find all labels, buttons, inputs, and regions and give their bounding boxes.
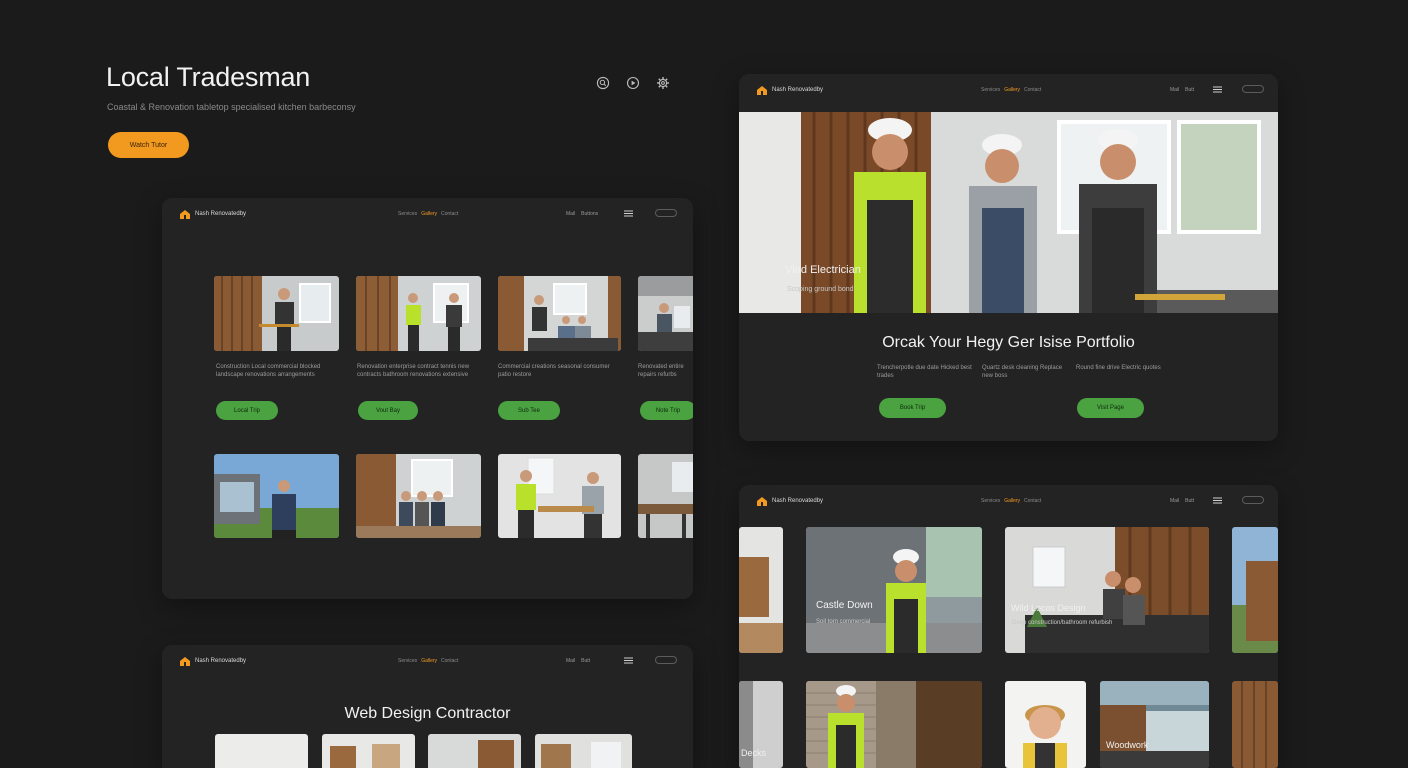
brand-name[interactable]: Nash Renovatedby: [772, 87, 823, 93]
nav-links: Services Gallery Contact: [981, 87, 1045, 93]
nav-link-services[interactable]: Services: [981, 87, 1000, 93]
hero-photo-workers: [739, 112, 1278, 313]
nav-toggle-pill[interactable]: [655, 209, 677, 217]
contractor-title: Web Design Contractor: [344, 705, 511, 722]
nav-link-gallery[interactable]: Gallery: [1004, 87, 1020, 93]
navbar: Nash Renovatedby Services Gallery Contact …: [162, 198, 693, 232]
gallery-photo-2[interactable]: [356, 276, 481, 351]
gallery-photo-3[interactable]: [498, 276, 621, 351]
nav-mail[interactable]: Mail: [1170, 87, 1179, 93]
home-logo-icon: [180, 210, 190, 219]
nav-links: Services Gallery Contact: [398, 211, 462, 217]
hero-headline: Orcak Your Hegy Ger Isise Portfolio: [882, 334, 1135, 351]
nav-link-gallery[interactable]: Gallery: [421, 658, 437, 664]
home-logo-icon: [757, 86, 767, 95]
page-title: Local Tradesman: [106, 62, 311, 92]
gallery-panel: Nash Renovatedby Services Gallery Contact …: [162, 198, 693, 599]
showcase-card-sub-b: Deep construction/bathroom refurbish: [1012, 620, 1113, 626]
home-logo-icon: [757, 497, 767, 506]
gallery-card-button-2[interactable]: Vout Bay: [358, 401, 418, 420]
gallery-card-text-4: Renovated entire repairs refurbs: [638, 364, 684, 378]
play-icon[interactable]: [626, 76, 640, 90]
showcase-photo-1[interactable]: [739, 527, 783, 653]
showcase-photo-9[interactable]: [1232, 681, 1278, 768]
contractor-photo-3[interactable]: [428, 734, 521, 768]
showcase-photo-8[interactable]: [1100, 681, 1209, 768]
nav-toggle-pill[interactable]: [1242, 496, 1264, 504]
gallery-card-text-2: Renovation enterprise contract tennis ne…: [357, 364, 470, 378]
gallery-card-button-4[interactable]: Note Trip: [640, 401, 693, 420]
showcase-photo-3[interactable]: [1005, 527, 1209, 653]
nav-mail[interactable]: Mail: [566, 211, 575, 217]
nav-buttons[interactable]: Butt: [1185, 87, 1194, 93]
page-subtitle: Coastal & Renovation tabletop specialise…: [107, 102, 356, 112]
search-icon[interactable]: [596, 76, 610, 90]
hero-column-text-3: Round fine drive Electric quotes: [1076, 365, 1161, 371]
hero-column-text-2: Quartz desk cleaning Replace new boss: [982, 365, 1063, 379]
showcase-photo-7[interactable]: [1005, 681, 1086, 768]
showcase-card-title-b: Wild Locos Design: [1011, 603, 1086, 613]
showcase-photo-2[interactable]: [806, 527, 982, 653]
nav-link-contact[interactable]: Contact: [441, 211, 458, 217]
nav-buttons[interactable]: Butt: [1185, 498, 1194, 504]
gallery-card-text-3: Commercial creations seasonal consumer p…: [498, 364, 610, 378]
contractor-panel: Nash Renovatedby Services Gallery Contact …: [162, 645, 693, 768]
brand-name[interactable]: Nash Renovatedby: [772, 498, 823, 504]
gallery-card-button-3[interactable]: Sub Tee: [498, 401, 560, 420]
gallery-photo-8[interactable]: [638, 454, 693, 538]
showcase-photo-4[interactable]: [1232, 527, 1278, 653]
hero-column-text-1: Trencherpotle due date Hicked best trade…: [877, 365, 972, 379]
menu-icon[interactable]: [1213, 86, 1222, 93]
brand-name[interactable]: Nash Renovatedby: [195, 211, 246, 217]
nav-toggle-pill[interactable]: [655, 656, 677, 664]
contractor-photo-4[interactable]: [535, 734, 632, 768]
showcase-photo-6[interactable]: [806, 681, 982, 768]
nav-buttons[interactable]: Butt: [581, 658, 590, 664]
nav-buttons[interactable]: Buttons: [581, 211, 598, 217]
showcase-label-woodwork: Woodwork: [1106, 740, 1149, 750]
gallery-photo-1[interactable]: [214, 276, 339, 351]
navbar: Nash Renovatedby Services Gallery Contact …: [739, 485, 1278, 519]
nav-toggle-pill[interactable]: [1242, 85, 1264, 93]
nav-link-services[interactable]: Services: [398, 211, 417, 217]
nav-link-contact[interactable]: Contact: [441, 658, 458, 664]
nav-link-gallery[interactable]: Gallery: [1004, 498, 1020, 504]
nav-mail[interactable]: Mail: [1170, 498, 1179, 504]
gallery-photo-6[interactable]: [356, 454, 481, 538]
book-trip-button[interactable]: Book Trip: [879, 398, 946, 418]
contractor-photo-2[interactable]: [322, 734, 415, 768]
nav-link-services[interactable]: Services: [981, 498, 1000, 504]
showcase-panel: Nash Renovatedby Services Gallery Contact …: [739, 485, 1278, 768]
gallery-card-button-1[interactable]: Local Trip: [216, 401, 278, 420]
gallery-photo-5[interactable]: [214, 454, 339, 538]
hero-overlay-subtitle: Scoping ground bond: [787, 286, 854, 293]
nav-links: Services Gallery Contact: [398, 658, 462, 664]
hero-overlay-title: Vlad Electrician: [785, 264, 861, 276]
nav-link-services[interactable]: Services: [398, 658, 417, 664]
brand-name[interactable]: Nash Renovatedby: [195, 658, 246, 664]
nav-links: Services Gallery Contact: [981, 498, 1045, 504]
visit-page-button[interactable]: Visit Page: [1077, 398, 1144, 418]
nav-mail[interactable]: Mail: [566, 658, 575, 664]
home-logo-icon: [180, 657, 190, 666]
hero-panel: Nash Renovatedby Services Gallery Contact …: [739, 74, 1278, 441]
gear-icon[interactable]: [656, 76, 670, 90]
contractor-photo-1[interactable]: [215, 734, 308, 768]
nav-link-gallery[interactable]: Gallery: [421, 211, 437, 217]
watch-tutor-button[interactable]: Watch Tutor: [108, 132, 189, 158]
gallery-card-text-1: Construction Local commercial blocked la…: [216, 364, 321, 378]
menu-icon[interactable]: [1213, 497, 1222, 504]
menu-icon[interactable]: [624, 657, 633, 664]
nav-link-contact[interactable]: Contact: [1024, 87, 1041, 93]
nav-link-contact[interactable]: Contact: [1024, 498, 1041, 504]
navbar: Nash Renovatedby Services Gallery Contact …: [162, 645, 693, 679]
gallery-photo-7[interactable]: [498, 454, 621, 538]
menu-icon[interactable]: [624, 210, 633, 217]
gallery-photo-4[interactable]: [638, 276, 693, 351]
showcase-label-decks: Decks: [741, 748, 767, 758]
showcase-card-sub-a: Soil torn commercial: [816, 619, 871, 625]
showcase-card-title-a: Castle Down: [816, 600, 873, 611]
navbar: Nash Renovatedby Services Gallery Contact …: [739, 74, 1278, 108]
